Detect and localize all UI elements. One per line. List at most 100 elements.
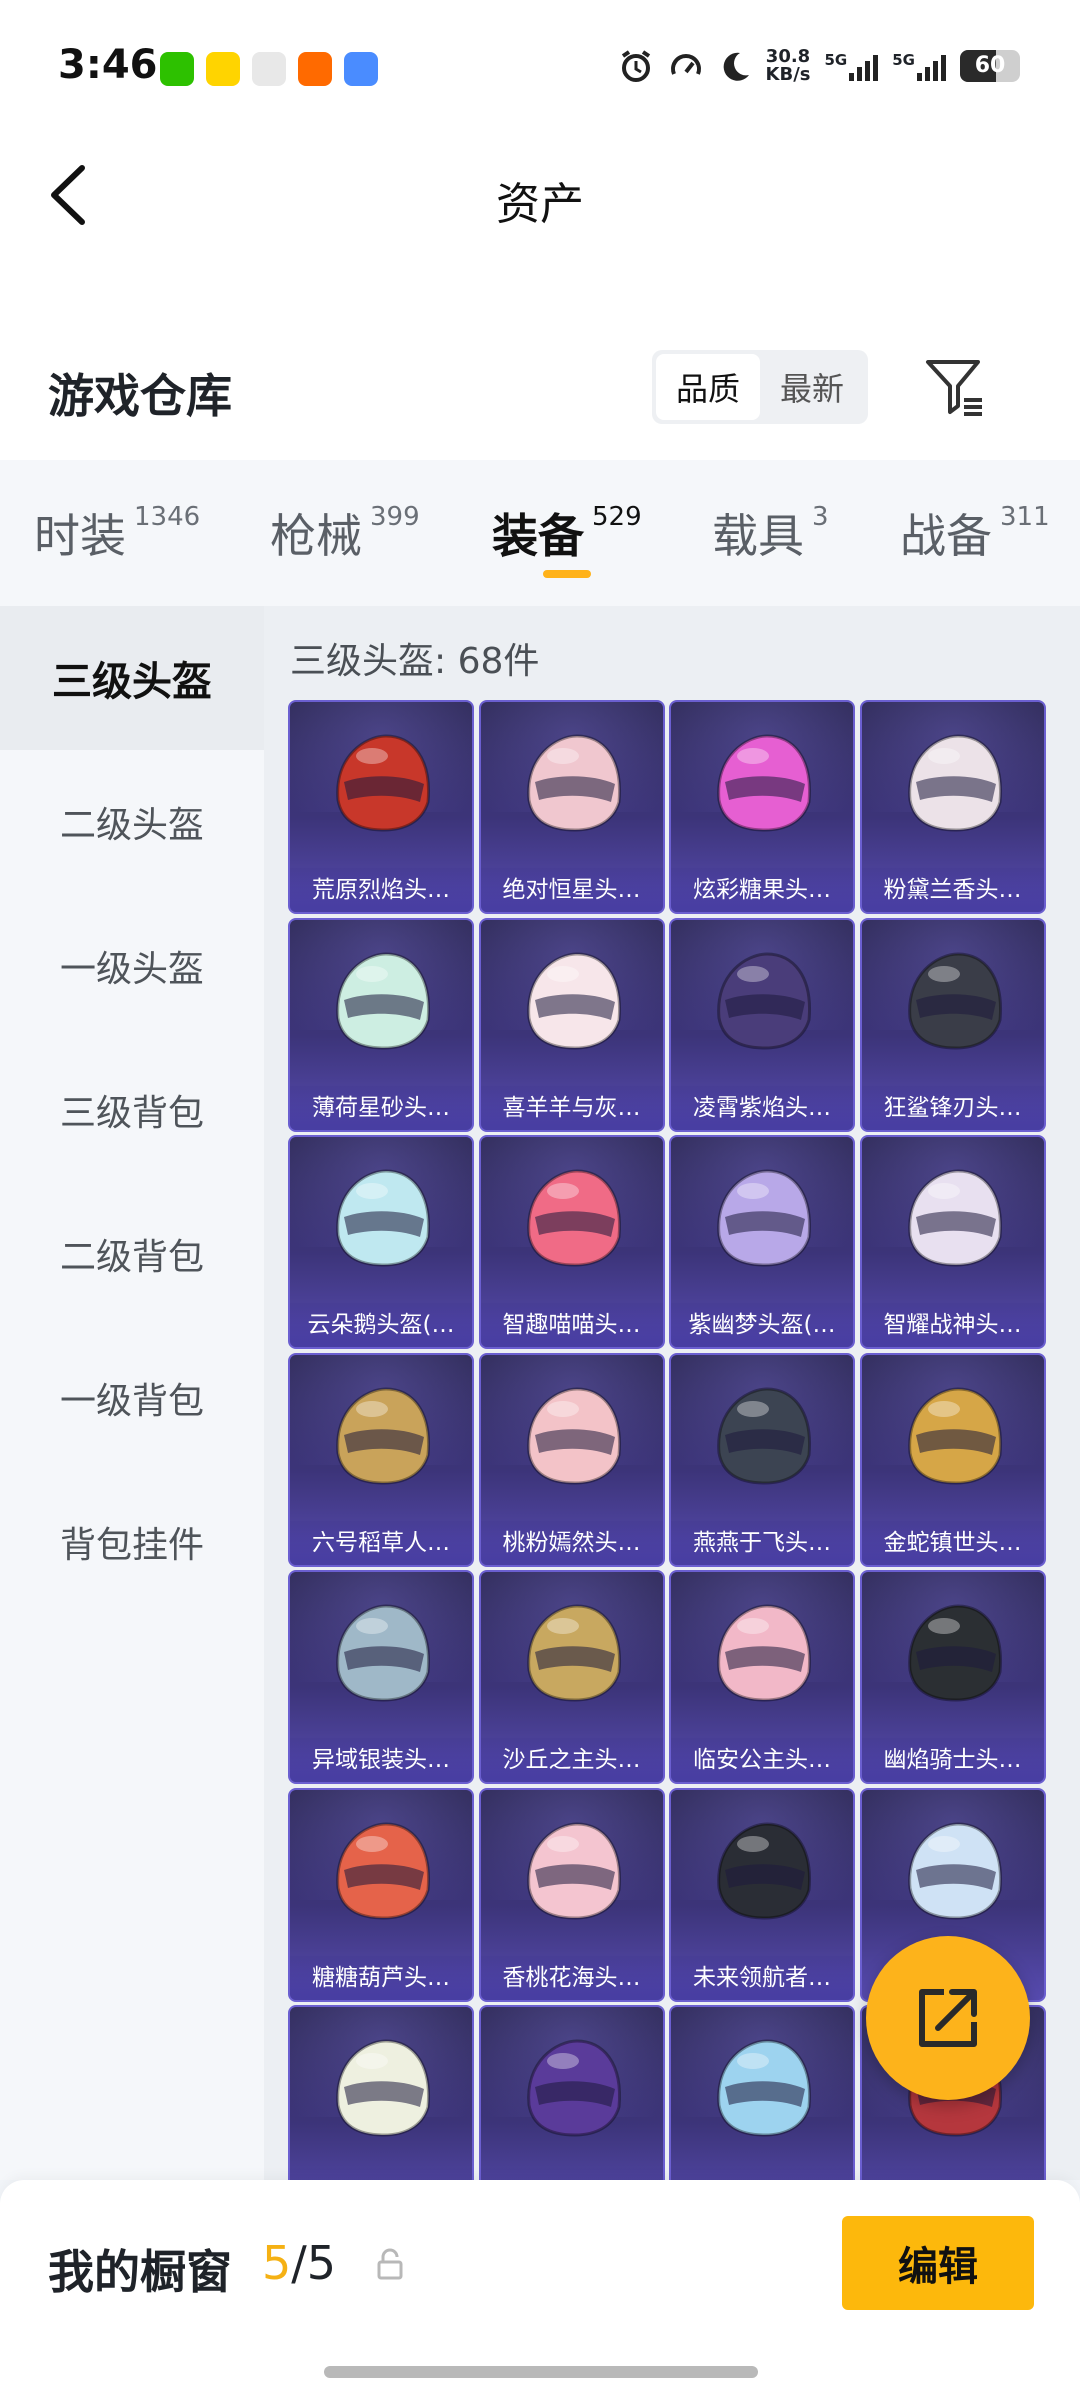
helmet-icon bbox=[717, 734, 811, 832]
item-card[interactable]: 喜羊羊与灰… bbox=[478, 917, 665, 1132]
showcase-count: 5/5 bbox=[262, 2236, 336, 2290]
helmet-icon bbox=[526, 1386, 621, 1485]
sidebar-item-backpack-charm[interactable]: 背包挂件 bbox=[0, 1470, 264, 1614]
item-card[interactable]: 云朵鹅头盔(… bbox=[288, 1135, 474, 1349]
helmet-icon bbox=[336, 1604, 430, 1702]
tab-vehicles[interactable]: 载具 3 bbox=[712, 500, 829, 566]
item-name: 智趣喵喵头… bbox=[480, 1303, 663, 1347]
helmet-icon bbox=[336, 2039, 430, 2137]
section-title: 游戏仓库 bbox=[48, 369, 232, 423]
item-name: 异域银装头… bbox=[290, 1738, 472, 1782]
item-card[interactable]: 金蛇镇世头… bbox=[859, 1352, 1046, 1567]
tab-count: 529 bbox=[592, 502, 642, 532]
tab-supplies[interactable]: 战备 311 bbox=[900, 500, 1050, 566]
tab-fashion[interactable]: 时装 1346 bbox=[34, 500, 200, 566]
helmet-icon bbox=[717, 1821, 811, 1920]
item-card[interactable]: 幽焰骑士头… bbox=[859, 1570, 1046, 1784]
item-name: 紫幽梦头盔(… bbox=[671, 1303, 853, 1347]
share-button[interactable] bbox=[866, 1936, 1030, 2100]
sort-toggle: 品质 最新 bbox=[652, 350, 868, 424]
sidebar-item-level3-helmet[interactable]: 三级头盔 bbox=[0, 606, 264, 750]
item-card[interactable]: 智趣喵喵头… bbox=[478, 1135, 665, 1349]
item-card[interactable]: 六号稻草人… bbox=[288, 1352, 474, 1567]
share-icon bbox=[919, 1989, 977, 2047]
helmet-icon bbox=[907, 1821, 1002, 1920]
item-name: 临安公主头… bbox=[671, 1738, 853, 1782]
sim1-label: 5G bbox=[824, 51, 848, 69]
item-name: 粉黛兰香头… bbox=[861, 868, 1044, 912]
helmet-icon bbox=[717, 951, 811, 1050]
page-title: 资产 bbox=[496, 179, 584, 230]
helmet-icon bbox=[336, 1169, 430, 1267]
helmet-icon bbox=[526, 2039, 621, 2137]
item-card[interactable]: 沙丘之主头… bbox=[478, 1570, 665, 1784]
status-bar: 3:46 30.8 KB/s 5G 5G 60 bbox=[0, 0, 1080, 120]
sidebar-item-level3-backpack[interactable]: 三级背包 bbox=[0, 1038, 264, 1182]
item-name: 炫彩糖果头… bbox=[671, 868, 853, 912]
net-speed-unit: KB/s bbox=[765, 64, 811, 85]
item-card[interactable]: 粉黛兰香头… bbox=[859, 700, 1046, 914]
signal-sim2: 5G bbox=[892, 51, 946, 81]
sidebar-item-level1-backpack[interactable]: 一级背包 bbox=[0, 1326, 264, 1470]
sort-quality-button[interactable]: 品质 bbox=[656, 354, 760, 420]
tab-count: 399 bbox=[370, 502, 420, 532]
showcase-label: 我的橱窗 bbox=[48, 2245, 232, 2299]
filter-icon[interactable] bbox=[922, 354, 986, 420]
sim2-label: 5G bbox=[892, 51, 915, 69]
sidebar-item-level1-helmet[interactable]: 一级头盔 bbox=[0, 894, 264, 1038]
item-card[interactable]: 炫彩糖果头… bbox=[669, 700, 855, 914]
helmet-icon bbox=[907, 1169, 1002, 1267]
helmet-icon bbox=[717, 1386, 811, 1485]
item-name: 香桃花海头… bbox=[480, 1955, 663, 2000]
helmet-icon bbox=[717, 1604, 811, 1702]
lock-icon bbox=[377, 2248, 403, 2280]
helmet-icon bbox=[526, 1821, 621, 1920]
moon-icon bbox=[723, 52, 749, 81]
item-card[interactable]: 紫幽梦头盔(… bbox=[669, 1135, 855, 1349]
sidebar-item-level2-backpack[interactable]: 二级背包 bbox=[0, 1182, 264, 1326]
helmet-icon bbox=[526, 951, 621, 1050]
clock: 3:46 bbox=[58, 42, 158, 88]
sidebar-item-level2-helmet[interactable]: 二级头盔 bbox=[0, 750, 264, 894]
helmet-icon bbox=[717, 2039, 811, 2137]
home-indicator[interactable] bbox=[324, 2366, 758, 2378]
item-card[interactable]: 临安公主头… bbox=[669, 1570, 855, 1784]
item-card[interactable]: 燕燕于飞头… bbox=[669, 1352, 855, 1567]
wechat-icon bbox=[160, 52, 194, 86]
helmet-icon bbox=[336, 1821, 430, 1920]
item-card[interactable]: 异域银装头… bbox=[288, 1570, 474, 1784]
item-card[interactable]: 桃粉嫣然头… bbox=[478, 1352, 665, 1567]
item-name: 绝对恒星头… bbox=[480, 868, 663, 912]
item-card[interactable]: 糖糖葫芦头… bbox=[288, 1787, 474, 2002]
news-app-icon bbox=[206, 52, 240, 86]
item-card[interactable]: 凌霄紫焰头… bbox=[669, 917, 855, 1132]
net-speed: 30.8 KB/s bbox=[766, 48, 811, 84]
helmet-icon bbox=[336, 1386, 430, 1485]
showcase-count-total: /5 bbox=[291, 2236, 337, 2290]
tab-equipment[interactable]: 装备 529 bbox=[492, 500, 642, 566]
tab-firearms[interactable]: 枪械 399 bbox=[270, 500, 420, 566]
tab-label: 装备 bbox=[492, 509, 584, 563]
item-card[interactable]: 狂鲨锋刃头… bbox=[859, 917, 1046, 1132]
item-card[interactable]: 荒原烈焰头… bbox=[288, 700, 474, 914]
sync-app-icon bbox=[252, 52, 286, 86]
helmet-icon bbox=[907, 1604, 1002, 1702]
item-card[interactable]: 绝对恒星头… bbox=[478, 700, 665, 914]
speedometer-icon bbox=[670, 54, 701, 75]
tab-count: 1346 bbox=[134, 502, 201, 532]
item-name: 荒原烈焰头… bbox=[290, 868, 472, 912]
item-card[interactable]: 智耀战神头… bbox=[859, 1135, 1046, 1349]
item-card[interactable]: 薄荷星砂头… bbox=[288, 917, 474, 1132]
signal-bars-icon bbox=[917, 51, 946, 81]
item-card[interactable]: 香桃花海头… bbox=[478, 1787, 665, 2002]
item-name: 云朵鹅头盔(… bbox=[290, 1303, 472, 1347]
sort-newest-button[interactable]: 最新 bbox=[760, 354, 864, 420]
app-icon bbox=[344, 52, 378, 86]
item-name: 喜羊羊与灰… bbox=[480, 1085, 663, 1130]
item-card[interactable]: 未来领航者… bbox=[669, 1787, 855, 2002]
helmet-icon bbox=[336, 951, 430, 1050]
item-name: 糖糖葫芦头… bbox=[290, 1955, 472, 2000]
item-count-label: 三级头盔: 68件 bbox=[290, 641, 540, 682]
showcase-count-current: 5 bbox=[262, 2236, 292, 2290]
edit-button[interactable]: 编辑 bbox=[842, 2216, 1034, 2310]
